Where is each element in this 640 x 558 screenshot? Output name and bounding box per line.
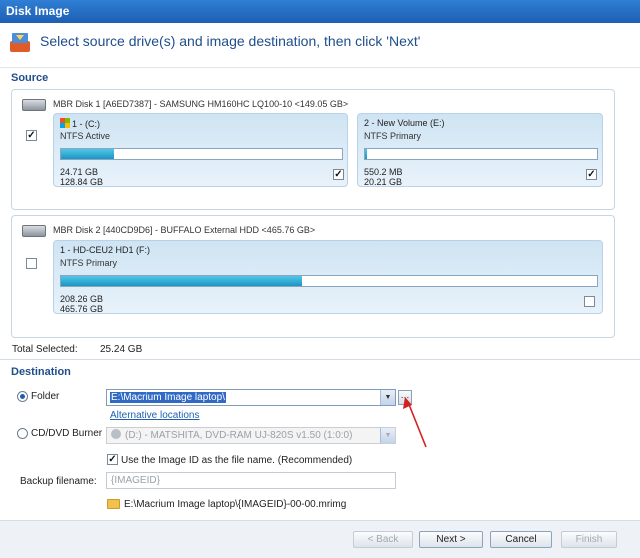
partition-c-checkbox[interactable]: ✓: [333, 169, 344, 180]
partition-c-label: 1 - (C:): [72, 119, 100, 129]
partition-f-total: 465.76 GB: [60, 304, 104, 314]
partition-e-usage-fill: [365, 149, 368, 159]
cd-drive-icon: [111, 429, 121, 439]
finish-button[interactable]: Finish: [561, 531, 617, 548]
partition-e-used: 550.2 MB: [364, 167, 403, 177]
partition-f[interactable]: 1 - HD-CEU2 HD1 (F:) NTFS Primary 208.26…: [53, 240, 603, 314]
backup-filename-input[interactable]: {IMAGEID}: [106, 472, 396, 489]
backup-filename-label: Backup filename:: [20, 476, 97, 487]
partition-f-type: NTFS Primary: [60, 258, 117, 268]
browse-folder-button[interactable]: …: [398, 390, 412, 405]
disk-2-title: MBR Disk 2 [440CD9D6] - BUFFALO External…: [53, 225, 316, 235]
partition-c-name: 1 - (C:): [60, 118, 100, 129]
disk-1-checkbox[interactable]: ✓: [26, 130, 37, 141]
partition-e-name: 2 - New Volume (E:): [364, 118, 445, 128]
cd-drive-combo[interactable]: (D:) - MATSHITA, DVD-RAM UJ-820S v1.50 (…: [106, 427, 396, 444]
partition-f-used: 208.26 GB: [60, 294, 104, 304]
partition-f-usage-bar: [60, 275, 598, 287]
partition-c-total: 128.84 GB: [60, 177, 104, 187]
output-path: E:\Macrium Image laptop\{IMAGEID}-00-00.…: [124, 499, 347, 510]
source-section-label: Source: [11, 72, 49, 84]
chevron-down-icon[interactable]: ▼: [380, 390, 395, 405]
disk-2-panel: MBR Disk 2 [440CD9D6] - BUFFALO External…: [11, 215, 615, 338]
wizard-instruction: Select source drive(s) and image destina…: [40, 33, 421, 49]
disk-1-title: MBR Disk 1 [A6ED7387] - SAMSUNG HM160HC …: [53, 99, 349, 109]
window-title: Disk Image: [6, 4, 70, 18]
window-titlebar: Disk Image: [0, 0, 640, 23]
cd-dvd-label: CD/DVD Burner: [31, 428, 103, 439]
partition-f-checkbox[interactable]: [584, 296, 595, 307]
section-divider: [0, 359, 640, 360]
partition-c-usage-bar: [60, 148, 343, 160]
partition-f-usage-fill: [61, 276, 303, 286]
folder-radio[interactable]: [17, 391, 28, 402]
folder-icon: [107, 499, 120, 509]
windows-logo-icon: [60, 118, 70, 128]
partition-f-name: 1 - HD-CEU2 HD1 (F:): [60, 245, 151, 255]
partition-e-checkbox[interactable]: ✓: [586, 169, 597, 180]
partition-e[interactable]: 2 - New Volume (E:) NTFS Primary 550.2 M…: [357, 113, 603, 187]
disk-image-icon: [10, 33, 30, 52]
chevron-down-icon[interactable]: ▼: [380, 428, 395, 443]
total-selected-label: Total Selected:: [12, 344, 78, 355]
disk-1-panel: MBR Disk 1 [A6ED7387] - SAMSUNG HM160HC …: [11, 89, 615, 210]
use-image-id-label: Use the Image ID as the file name. (Reco…: [121, 455, 353, 466]
hard-disk-icon: [22, 99, 46, 111]
partition-c-type: NTFS Active: [60, 131, 111, 141]
folder-path-value: E:\Macrium Image laptop\: [110, 392, 226, 403]
partition-e-usage-bar: [364, 148, 598, 160]
back-button[interactable]: < Back: [353, 531, 413, 548]
partition-e-total: 20.21 GB: [364, 177, 403, 187]
use-image-id-checkbox[interactable]: ✓: [107, 454, 118, 465]
partition-e-type: NTFS Primary: [364, 131, 421, 141]
alternative-locations-link[interactable]: Alternative locations: [110, 410, 200, 421]
cd-drive-value: (D:) - MATSHITA, DVD-RAM UJ-820S v1.50 (…: [125, 430, 353, 441]
total-selected-value: 25.24 GB: [100, 344, 143, 355]
disk-2-checkbox[interactable]: [26, 258, 37, 269]
wizard-footer: < Back Next > Cancel Finish: [0, 520, 640, 558]
cd-dvd-radio[interactable]: [17, 428, 28, 439]
partition-c-used: 24.71 GB: [60, 167, 99, 177]
folder-label: Folder: [31, 391, 60, 402]
cancel-button[interactable]: Cancel: [490, 531, 552, 548]
folder-path-combo[interactable]: E:\Macrium Image laptop\ ▼: [106, 389, 396, 406]
destination-section-label: Destination: [11, 366, 71, 378]
partition-c[interactable]: 1 - (C:) NTFS Active 24.71 GB 128.84 GB …: [53, 113, 348, 187]
wizard-header: Select source drive(s) and image destina…: [0, 23, 640, 68]
partition-c-usage-fill: [61, 149, 115, 159]
next-button[interactable]: Next >: [419, 531, 483, 548]
hard-disk-icon: [22, 225, 46, 237]
